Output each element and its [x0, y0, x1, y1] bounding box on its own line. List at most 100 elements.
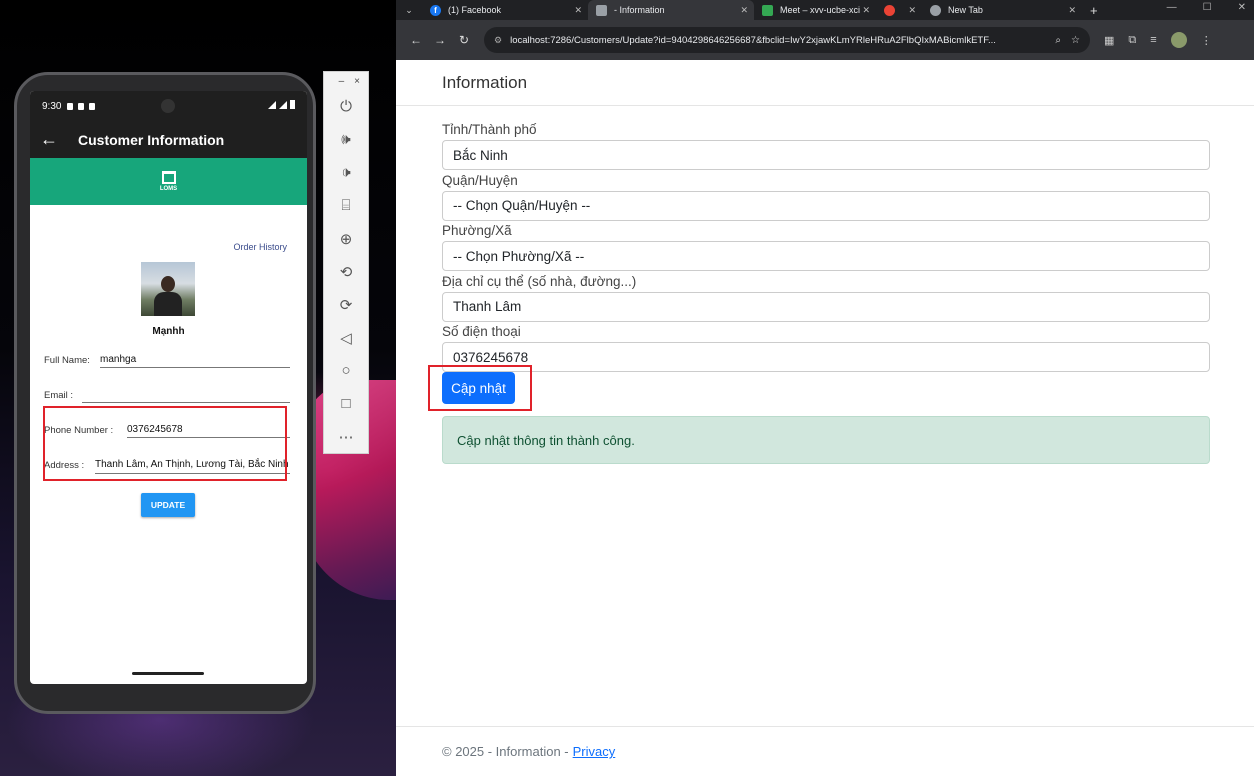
rotate-left-icon[interactable]: ⟲: [324, 255, 368, 288]
bookmark-star-icon[interactable]: ☆: [1071, 35, 1080, 46]
avatar: [141, 262, 195, 316]
tab-recording[interactable]: ✕: [876, 0, 922, 20]
status-time: 9:30: [42, 100, 62, 112]
overview-icon[interactable]: □: [324, 387, 368, 420]
close-icon[interactable]: ✕: [1238, 2, 1246, 13]
district-label: Quận/Huyện: [442, 172, 518, 188]
notification-icon: [67, 102, 74, 110]
chrome-icon: [930, 4, 941, 16]
district-select[interactable]: -- Chọn Quận/Huyện --: [442, 190, 1210, 221]
fullname-field[interactable]: manhga: [100, 354, 290, 368]
menu-icon[interactable]: ⋮: [1201, 34, 1212, 47]
volume-down-icon[interactable]: 🕩: [324, 156, 368, 189]
maximize-icon[interactable]: ☐: [1203, 2, 1212, 13]
tab-information[interactable]: - Information ✕: [588, 0, 754, 20]
ward-label: Phường/Xã: [442, 223, 512, 238]
meet-icon: [762, 4, 773, 16]
extensions-icon[interactable]: ⧉: [1128, 34, 1136, 47]
store-logo-icon: [161, 171, 176, 184]
battery-icon: [290, 100, 295, 109]
site-footer: © 2025 - Information - Privacy: [396, 726, 1254, 776]
minimize-icon[interactable]: —: [1167, 2, 1177, 13]
browser-toolbar: ← → ↻ ⚙ localhost:7286/Customers/Update?…: [396, 20, 1254, 60]
zoom-icon[interactable]: ⊕: [324, 222, 368, 255]
forward-icon[interactable]: →: [428, 33, 452, 47]
home-icon[interactable]: ○: [324, 354, 368, 387]
close-icon[interactable]: ✕: [1068, 5, 1076, 16]
phone-input[interactable]: 0376245678: [442, 342, 1210, 372]
tab-label: New Tab: [948, 5, 983, 15]
tab-facebook[interactable]: f (1) Facebook ✕: [422, 0, 588, 20]
annotation-highlight-box: [43, 406, 287, 481]
province-input[interactable]: Bắc Ninh: [442, 140, 1210, 170]
app-bar: ← Customer Information: [30, 121, 307, 158]
minimize-icon[interactable]: –: [339, 76, 345, 87]
media-icon[interactable]: ≡: [1150, 34, 1156, 46]
reload-icon[interactable]: ↻: [452, 33, 476, 47]
privacy-link[interactable]: Privacy: [573, 744, 616, 759]
status-bar: 9:30: [30, 91, 307, 121]
address-label: Địa chỉ cụ thể (số nhà, đường...): [442, 273, 637, 289]
new-tab-button[interactable]: +: [1082, 0, 1106, 20]
email-field[interactable]: [82, 389, 290, 403]
back-icon[interactable]: ◁: [324, 321, 368, 354]
site-info-icon[interactable]: ⚙: [494, 35, 502, 46]
province-label: Tỉnh/Thành phố: [442, 122, 537, 137]
site-brand[interactable]: Information: [442, 73, 527, 93]
close-icon[interactable]: ×: [354, 76, 360, 87]
fullname-label: Full Name:: [44, 355, 90, 366]
download-icon: [89, 102, 96, 110]
tab-label: Meet – xvv-ucbe-xci: [780, 5, 861, 15]
wifi-icon: [268, 100, 276, 109]
profile-name: Mạnhh: [152, 326, 185, 337]
power-icon[interactable]: ⏻: [324, 90, 368, 123]
profile-avatar-icon[interactable]: [1170, 32, 1187, 48]
address-bar[interactable]: ⚙ localhost:7286/Customers/Update?id=940…: [484, 27, 1090, 53]
camera-icon[interactable]: ⌸: [324, 189, 368, 222]
gesture-nav-bar[interactable]: [132, 672, 204, 675]
volume-up-icon[interactable]: 🕪: [324, 123, 368, 156]
app-title: Customer Information: [78, 131, 225, 148]
update-button[interactable]: UPDATE: [141, 493, 195, 517]
avatar-head: [161, 276, 175, 292]
recording-icon: [884, 4, 895, 16]
more-icon[interactable]: ⋯: [324, 420, 368, 453]
tab-strip: ⌄ f (1) Facebook ✕ - Information ✕ Meet …: [396, 0, 1254, 20]
close-icon[interactable]: ✕: [862, 5, 870, 16]
avatar-body: [154, 292, 182, 316]
logo-text: LOMS: [159, 186, 178, 192]
tab-label: (1) Facebook: [448, 5, 502, 15]
tab-new-tab[interactable]: New Tab ✕: [922, 0, 1082, 20]
sim-icon: [78, 102, 85, 110]
site-header: Information: [396, 60, 1254, 106]
phone-label: Số điện thoại: [442, 324, 521, 339]
zoom-icon[interactable]: ⌕: [1055, 35, 1061, 46]
submit-button[interactable]: Cập nhật: [442, 372, 515, 404]
back-icon[interactable]: ←: [404, 33, 428, 47]
page-icon: [596, 4, 607, 16]
success-alert: Cập nhật thông tin thành công.: [442, 416, 1210, 464]
android-emulator: 9:30 ← Customer Information LOMS Order H…: [14, 72, 316, 714]
footer-text: © 2025 - Information -: [442, 744, 569, 759]
front-camera-icon: [161, 99, 175, 113]
translate-icon[interactable]: ▦: [1104, 34, 1114, 47]
facebook-icon: f: [430, 4, 441, 16]
ward-select[interactable]: -- Chọn Phường/Xã --: [442, 241, 1210, 271]
address-input[interactable]: Thanh Lâm: [442, 291, 1210, 322]
close-icon[interactable]: ✕: [740, 5, 748, 16]
email-label: Email :: [44, 390, 74, 401]
signal-icon: [279, 100, 287, 109]
tab-label: - Information: [614, 5, 665, 15]
emulator-toolbar: – × ⏻ 🕪 🕩 ⌸ ⊕ ⟲ ⟳ ◁ ○ □ ⋯: [323, 71, 369, 454]
phone-screen: 9:30 ← Customer Information LOMS Order H…: [30, 91, 307, 684]
back-arrow-icon[interactable]: ←: [40, 129, 66, 150]
close-icon[interactable]: ✕: [574, 5, 582, 16]
tab-search-icon[interactable]: ⌄: [396, 0, 422, 20]
logo-banner: LOMS: [30, 158, 307, 205]
url-text: localhost:7286/Customers/Update?id=94042…: [510, 34, 996, 46]
rotate-right-icon[interactable]: ⟳: [324, 288, 368, 321]
order-history-link[interactable]: Order History: [233, 242, 287, 252]
close-icon[interactable]: ✕: [908, 5, 916, 16]
tab-meet[interactable]: Meet – xvv-ucbe-xci ✕: [754, 0, 876, 20]
customer-update-form: Tỉnh/Thành phố Bắc Ninh Quận/Huyện -- Ch…: [428, 120, 1210, 464]
